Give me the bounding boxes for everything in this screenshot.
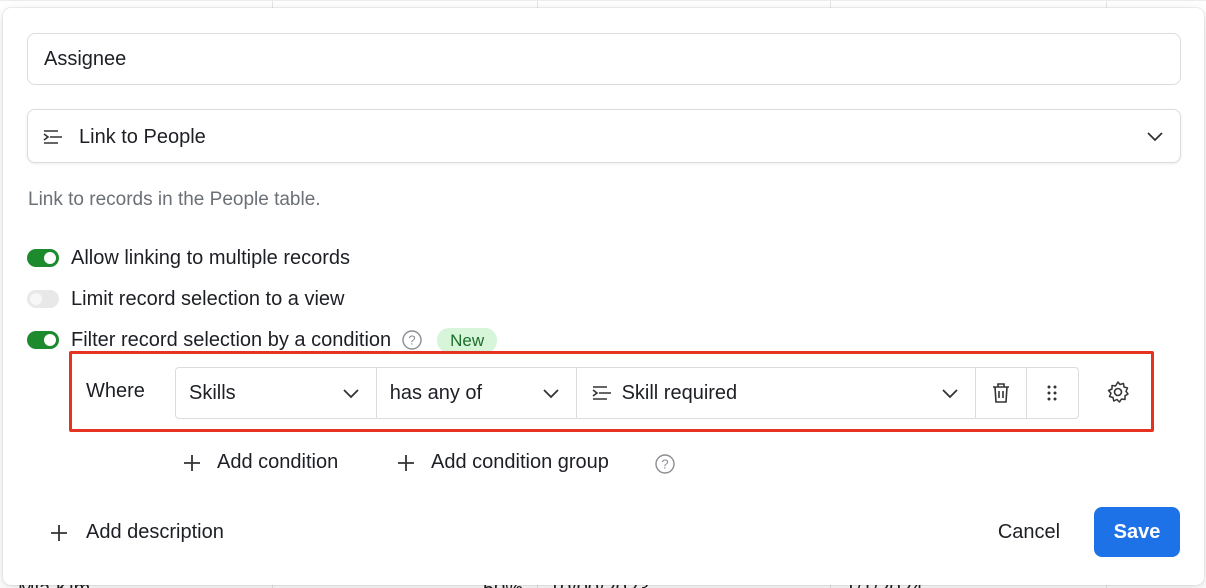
condition-operator-value: has any of [389,382,483,404]
add-condition-group-button[interactable]: Add condition group [397,451,609,474]
gear-icon[interactable] [1105,379,1131,405]
field-type-select[interactable]: Link to People [27,109,1181,163]
condition-value-text: Skill required [621,382,738,404]
condition-row: Skills has any of Skill required [175,367,1079,419]
allow-multiple-toggle[interactable] [27,249,59,267]
allow-multiple-row: Allow linking to multiple records [27,245,350,271]
field-name-input[interactable]: Assignee [27,33,1181,85]
field-type-label: Link to People [79,126,206,148]
chevron-down-icon [343,389,359,399]
filter-condition-row: Filter record selection by a condition ?… [27,327,498,353]
drag-dots-icon [1047,385,1057,401]
chevron-down-icon [542,389,559,399]
link-field-icon [43,130,62,144]
condition-value-select[interactable]: Skill required [577,368,977,418]
link-field-icon [592,386,611,400]
allow-multiple-label: Allow linking to multiple records [71,246,351,269]
chevron-down-icon [1147,132,1163,142]
svg-text:?: ? [409,333,416,348]
save-button[interactable]: Save [1094,507,1180,557]
add-condition-group-label: Add condition group [431,451,609,473]
delete-condition-button[interactable] [976,368,1028,418]
condition-operator-select[interactable]: has any of [377,368,577,418]
add-condition-label: Add condition [217,451,339,473]
add-description-button[interactable]: Add description [50,521,224,544]
limit-view-toggle[interactable] [27,290,59,308]
filter-condition-label: Filter record selection by a condition [71,328,392,351]
add-condition-button[interactable]: Add condition [183,451,338,474]
drag-handle[interactable] [1027,368,1078,418]
plus-icon [398,454,414,471]
condition-field-value: Skills [189,382,236,404]
cancel-button[interactable]: Cancel [981,508,1077,556]
plus-icon [184,454,200,471]
trash-icon [993,383,1010,403]
plus-icon [51,524,67,541]
help-icon[interactable]: ? [401,329,423,351]
svg-text:?: ? [661,457,668,472]
new-badge: New [437,327,498,353]
filter-condition-toggle[interactable] [27,331,59,349]
help-icon[interactable]: ? [654,453,676,475]
field-config-dialog: Assignee Link to People Link to records … [3,8,1204,585]
limit-view-row: Limit record selection to a view [27,286,344,312]
field-description-text: Link to records in the People table. [28,189,321,210]
condition-field-select[interactable]: Skills [176,368,377,418]
limit-view-label: Limit record selection to a view [71,287,345,310]
chevron-down-icon [942,389,958,399]
add-description-label: Add description [86,521,224,543]
where-label: Where [86,380,145,402]
